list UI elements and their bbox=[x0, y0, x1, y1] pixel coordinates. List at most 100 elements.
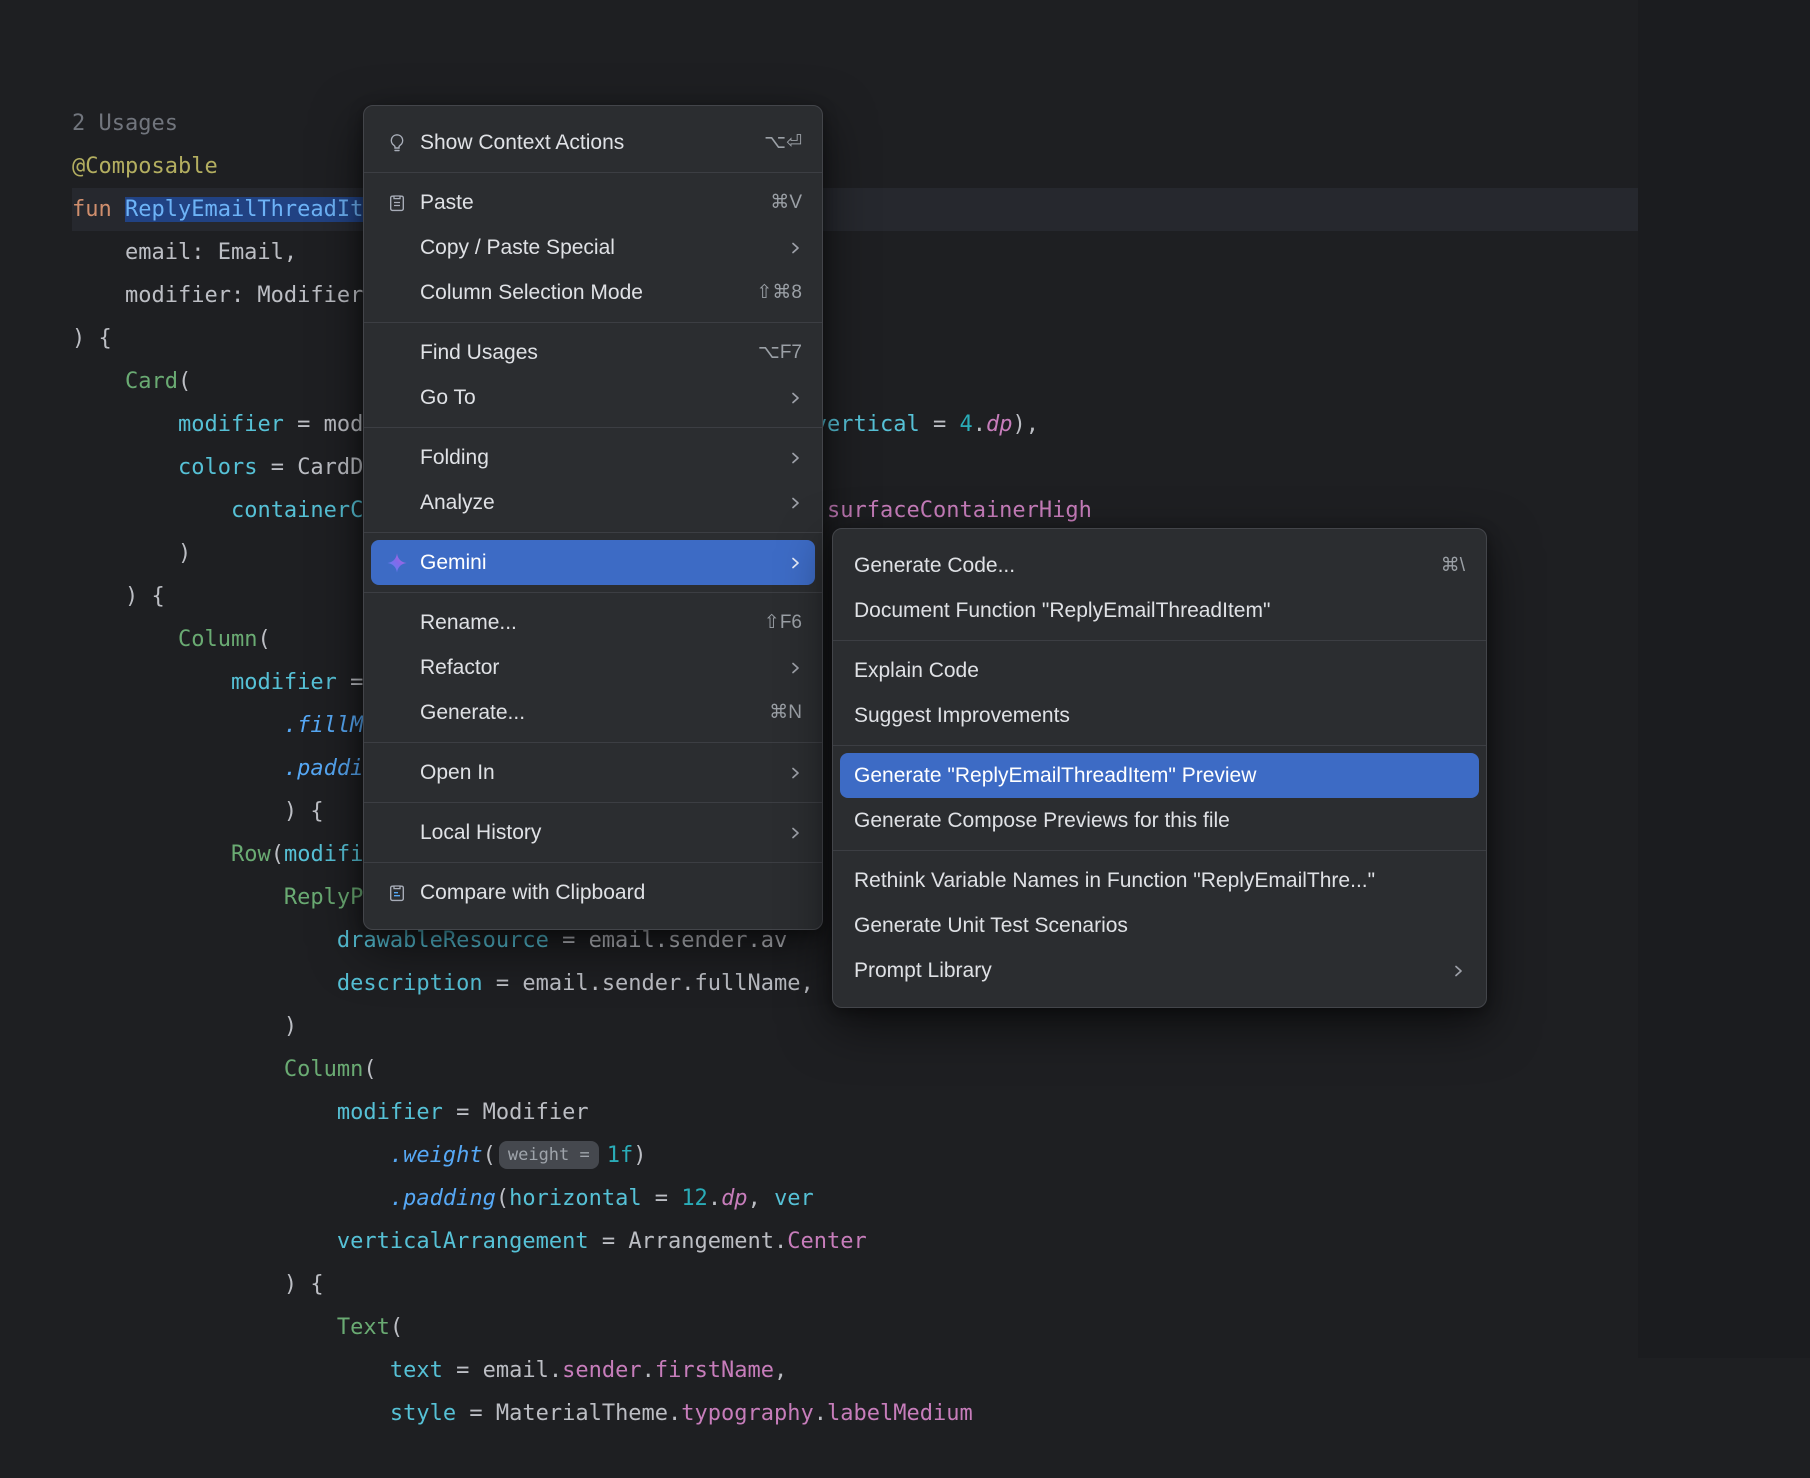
code-token: ) bbox=[72, 1014, 297, 1039]
menu-separator bbox=[833, 850, 1486, 851]
code-token: style bbox=[390, 1401, 456, 1426]
code-token: = bbox=[920, 412, 960, 437]
compare-clipboard-icon bbox=[384, 880, 410, 906]
code-token: surfaceContainerHigh bbox=[827, 498, 1092, 523]
icon-spacer bbox=[384, 760, 410, 786]
code-line: Card( bbox=[72, 360, 1638, 403]
code-line: Column( bbox=[72, 1048, 1638, 1091]
menu-item-generate[interactable]: Generate...⌘N bbox=[371, 690, 815, 735]
icon-spacer bbox=[384, 385, 410, 411]
code-line: Text( bbox=[72, 1306, 1638, 1349]
icon-spacer bbox=[384, 820, 410, 846]
menu-item-label: Generate "ReplyEmailThreadItem" Preview bbox=[854, 764, 1465, 788]
menu-item-local-history[interactable]: Local History bbox=[371, 810, 815, 855]
code-token bbox=[72, 1358, 390, 1383]
menu-item-explain-code[interactable]: Explain Code bbox=[840, 648, 1479, 693]
code-token bbox=[72, 713, 284, 738]
menu-item-label: Document Function "ReplyEmailThreadItem" bbox=[854, 599, 1465, 623]
menu-item-gemini[interactable]: Gemini bbox=[371, 540, 815, 585]
code-line: ) { bbox=[72, 317, 1638, 360]
code-line: modifier = Modifier bbox=[72, 1091, 1638, 1134]
menu-item-label: Prompt Library bbox=[854, 959, 1417, 983]
code-token: ) { bbox=[72, 584, 165, 609]
code-token bbox=[72, 670, 231, 695]
submenu-chevron-icon bbox=[788, 241, 802, 255]
menu-item-label: Paste bbox=[420, 191, 736, 215]
menu-item-label: Column Selection Mode bbox=[420, 281, 723, 305]
icon-spacer bbox=[384, 700, 410, 726]
menu-item-prompt-library[interactable]: Prompt Library bbox=[840, 948, 1479, 993]
code-token: sender bbox=[562, 1358, 641, 1383]
code-line-caret: fun ReplyEmailThreadItem( bbox=[72, 188, 1638, 231]
menu-item-copy-paste-special[interactable]: Copy / Paste Special bbox=[371, 225, 815, 270]
code-token: @Composable bbox=[72, 154, 218, 179]
code-token: Row bbox=[231, 842, 271, 867]
icon-spacer bbox=[384, 235, 410, 261]
menu-item-find-usages[interactable]: Find Usages⌥F7 bbox=[371, 330, 815, 375]
code-line: ) bbox=[72, 1005, 1638, 1048]
code-token bbox=[72, 1186, 390, 1211]
code-token: . bbox=[814, 1401, 827, 1426]
code-token: Card bbox=[125, 369, 178, 394]
menu-item-show-context-actions[interactable]: Show Context Actions⌥⏎ bbox=[371, 120, 815, 165]
menu-item-shortcut: ⇧F6 bbox=[764, 611, 802, 634]
menu-item-rethink-variable-names-in-function-replyemailthre[interactable]: Rethink Variable Names in Function "Repl… bbox=[840, 858, 1479, 903]
paste-icon bbox=[384, 190, 410, 216]
code-token bbox=[72, 498, 231, 523]
menu-item-rename[interactable]: Rename...⇧F6 bbox=[371, 600, 815, 645]
menu-item-document-function-replyemailthreaditem[interactable]: Document Function "ReplyEmailThreadItem" bbox=[840, 588, 1479, 633]
menu-item-label: Folding bbox=[420, 446, 754, 470]
code-token bbox=[72, 756, 284, 781]
menu-item-go-to[interactable]: Go To bbox=[371, 375, 815, 420]
code-token: = Arrangement. bbox=[589, 1229, 788, 1254]
menu-item-compare-with-clipboard[interactable]: Compare with Clipboard bbox=[371, 870, 815, 915]
menu-item-analyze[interactable]: Analyze bbox=[371, 480, 815, 525]
code-line: verticalArrangement = Arrangement.Center bbox=[72, 1220, 1638, 1263]
code-token bbox=[72, 842, 231, 867]
menu-item-label: Open In bbox=[420, 761, 754, 785]
menu-separator bbox=[364, 862, 822, 863]
menu-separator bbox=[364, 172, 822, 173]
code-token: horizontal bbox=[509, 1186, 641, 1211]
menu-separator bbox=[364, 802, 822, 803]
gemini-sparkle-icon bbox=[384, 550, 410, 576]
menu-item-generate-unit-test-scenarios[interactable]: Generate Unit Test Scenarios bbox=[840, 903, 1479, 948]
menu-item-suggest-improvements[interactable]: Suggest Improvements bbox=[840, 693, 1479, 738]
editor-right-gutter bbox=[1638, 0, 1810, 1358]
menu-item-folding[interactable]: Folding bbox=[371, 435, 815, 480]
code-line: modifier: Modifier = Modifier bbox=[72, 274, 1638, 317]
code-line: .padding(horizontal = 12.dp, ver bbox=[72, 1177, 1638, 1220]
menu-item-paste[interactable]: Paste⌘V bbox=[371, 180, 815, 225]
menu-item-column-selection-mode[interactable]: Column Selection Mode⇧⌘8 bbox=[371, 270, 815, 315]
menu-item-label: Generate Unit Test Scenarios bbox=[854, 914, 1465, 938]
code-token: ) bbox=[72, 541, 191, 566]
code-token: , bbox=[774, 1358, 787, 1383]
code-token bbox=[72, 1229, 337, 1254]
menu-separator bbox=[833, 745, 1486, 746]
menu-item-generate-replyemailthreaditem-preview[interactable]: Generate "ReplyEmailThreadItem" Preview bbox=[840, 753, 1479, 798]
code-token: ) { bbox=[72, 326, 112, 351]
menu-item-label: Find Usages bbox=[420, 341, 724, 365]
code-token: . bbox=[642, 1358, 655, 1383]
code-line: 2 Usages bbox=[72, 102, 1638, 145]
menu-item-label: Gemini bbox=[420, 551, 754, 575]
menu-item-label: Generate... bbox=[420, 701, 735, 725]
menu-separator bbox=[364, 532, 822, 533]
code-token bbox=[72, 1401, 390, 1426]
code-line: ) { bbox=[72, 1263, 1638, 1306]
menu-item-label: Explain Code bbox=[854, 659, 1465, 683]
menu-item-generate-compose-previews-for-this-file[interactable]: Generate Compose Previews for this file bbox=[840, 798, 1479, 843]
code-token bbox=[72, 1057, 284, 1082]
code-token bbox=[72, 1100, 337, 1125]
menu-item-label: Refactor bbox=[420, 656, 754, 680]
menu-item-generate-code[interactable]: Generate Code...⌘\ bbox=[840, 543, 1479, 588]
code-token bbox=[72, 369, 125, 394]
menu-item-refactor[interactable]: Refactor bbox=[371, 645, 815, 690]
code-token: .weight bbox=[390, 1143, 483, 1168]
submenu-chevron-icon bbox=[788, 661, 802, 675]
menu-item-open-in[interactable]: Open In bbox=[371, 750, 815, 795]
submenu-chevron-icon bbox=[788, 556, 802, 570]
menu-item-label: Local History bbox=[420, 821, 754, 845]
code-token: ( bbox=[483, 1143, 496, 1168]
code-token: modifier bbox=[178, 412, 284, 437]
